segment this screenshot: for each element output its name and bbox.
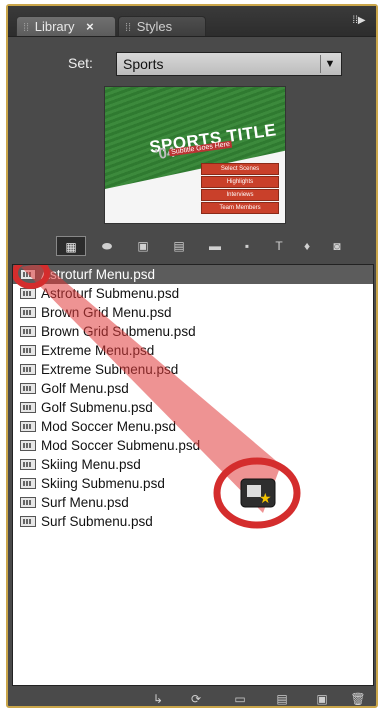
new-icon[interactable]: ▣ — [312, 690, 332, 708]
transition-filter-icon[interactable]: ◙ — [326, 236, 348, 256]
tab-styles[interactable]: ⁞⁞ Styles — [118, 16, 206, 36]
thumbnail-button: Select Scenes — [201, 163, 279, 175]
text-filter-icon[interactable]: T — [268, 236, 290, 256]
grip-icon[interactable]: ⁞⁞ — [23, 22, 29, 34]
drag-path-highlight — [21, 265, 281, 513]
set-value: Sports — [123, 56, 164, 72]
delete-icon[interactable]: 🗑 — [348, 690, 368, 708]
thumbnail-button: Team Members — [201, 202, 279, 214]
tab-library-label: Library — [34, 19, 75, 34]
set-row: Set: Sports ▼ — [8, 52, 376, 76]
background-filter-icon[interactable]: ▤ — [168, 236, 190, 256]
tab-styles-label: Styles — [136, 19, 173, 34]
filter-toolbar: ▦ ⬬ ▣ ▤ ▬ ▪ T ♦ ◙ — [8, 236, 376, 256]
close-icon[interactable]: × — [86, 19, 94, 34]
thumbnail-button: Interviews — [201, 189, 279, 201]
favorite-star-icon: ★ — [259, 491, 272, 507]
set-dropdown[interactable]: Sports ▼ — [116, 52, 342, 76]
chevron-down-icon[interactable]: ▼ — [320, 55, 339, 73]
layout-filter-icon[interactable]: ▪ — [236, 236, 258, 256]
place-icon[interactable]: ↳ — [148, 690, 168, 708]
link-icon[interactable]: ⟳ — [186, 690, 206, 708]
set-label: Set: — [68, 55, 93, 71]
new-item-icon[interactable]: ▭ — [230, 690, 250, 708]
tab-library[interactable]: ⁞⁞ Library × — [16, 16, 116, 36]
thumbnail-button: Highlights — [201, 176, 279, 188]
file-list[interactable]: Astroturf Menu.psd Astroturf Submenu.psd… — [12, 264, 374, 686]
drop-filter-icon[interactable]: ♦ — [296, 236, 318, 256]
preview-thumbnail: SPORTS TITLE '04 Subtitle Goes Here Sele… — [104, 86, 286, 224]
menu-filter-icon[interactable]: ▦ — [56, 236, 86, 256]
button-filter-icon[interactable]: ⬬ — [96, 236, 118, 256]
drag-highlight-overlay: ★ — [13, 265, 301, 529]
tab-bar: ⁞⁞ Library × ⁞⁞ Styles ⁞⁞▶ — [8, 6, 376, 37]
grip-icon[interactable]: ⁞⁞ — [125, 22, 131, 34]
set-default-menu-icon[interactable]: ▤ — [272, 690, 292, 708]
image-filter-icon[interactable]: ▣ — [132, 236, 154, 256]
panel-menu-icon[interactable]: ⁞⁞▶ — [348, 14, 370, 28]
library-panel: ⁞⁞ Library × ⁞⁞ Styles ⁞⁞▶ Set: Sports ▼… — [6, 4, 378, 708]
folder-filter-icon[interactable]: ▬ — [204, 236, 226, 256]
bottom-toolbar: ↳ ⟳ ▭ ▤ ▣ 🗑 — [8, 690, 376, 708]
